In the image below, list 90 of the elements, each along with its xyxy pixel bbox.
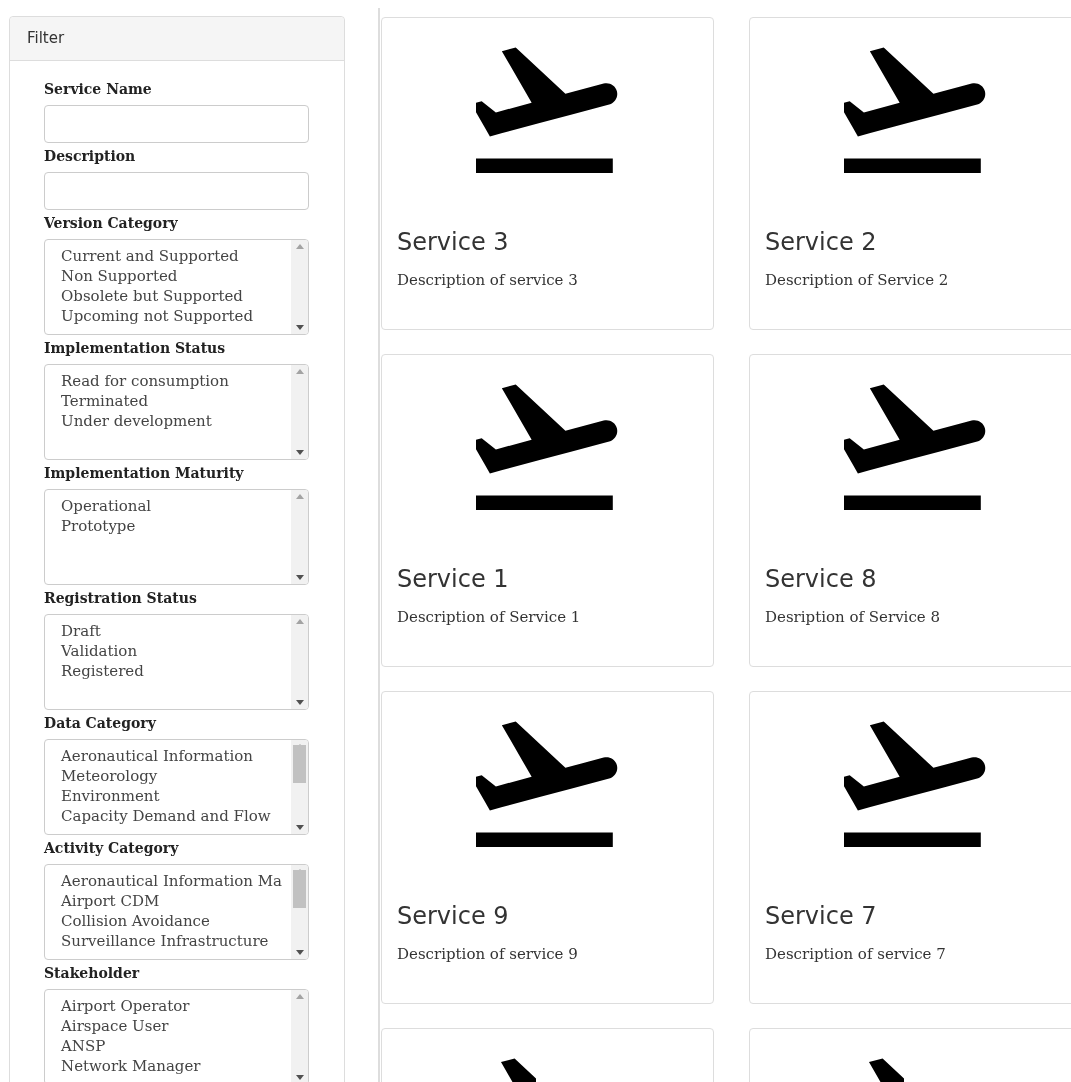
field-label: Data Category <box>44 714 158 733</box>
service-description: Description of Service 1 <box>396 607 582 628</box>
airplane-icon <box>500 1058 536 1082</box>
scroll-up-icon[interactable] <box>295 244 304 249</box>
list-box[interactable]: Aeronautical Information Ma Airport CDM Collision Avoidance Surveillance Infrastructure <box>44 864 309 960</box>
list-option[interactable]: Prototype <box>61 516 291 536</box>
service-description: Description of service 3 <box>396 270 579 291</box>
field-label: Registration Status <box>44 589 198 608</box>
scroll-down-icon[interactable] <box>295 700 304 705</box>
airplane-takeoff-icon <box>475 47 620 173</box>
scrollbar[interactable] <box>291 990 308 1082</box>
scroll-down-icon[interactable] <box>295 325 304 330</box>
list-option[interactable]: Capacity Demand and Flow <box>61 806 291 826</box>
list-option[interactable]: Validation <box>61 641 291 661</box>
list-box[interactable]: Operational Prototype <box>44 489 309 585</box>
service-title: Service 8 <box>764 564 878 594</box>
airplane-takeoff-icon <box>475 384 620 510</box>
list-option[interactable]: Surveillance Infrastructure <box>61 931 291 951</box>
scroll-up-icon[interactable] <box>295 494 304 499</box>
service-title: Service 3 <box>396 227 510 257</box>
service-title: Service 2 <box>764 227 878 257</box>
service-card[interactable]: Service 8 Desription of Service 8 <box>749 354 1071 667</box>
field-label: Implementation Maturity <box>44 464 245 483</box>
field-label: Service Name <box>44 80 153 99</box>
list-box[interactable]: Draft Validation Registered <box>44 614 309 710</box>
service-card[interactable]: Service 9 Description of service 9 <box>381 691 714 1004</box>
list-option[interactable]: Airspace User <box>61 1016 291 1036</box>
list-box[interactable]: Airport Operator Airspace User ANSP Network Manager <box>44 989 309 1082</box>
airplane-takeoff-icon <box>843 721 988 847</box>
scroll-up-icon[interactable] <box>295 619 304 624</box>
service-card[interactable]: Service 3 Description of service 3 <box>381 17 714 330</box>
airplane-takeoff-icon <box>843 384 988 510</box>
list-option[interactable]: Terminated <box>61 391 291 411</box>
list-option[interactable]: Registered <box>61 661 291 681</box>
field-label: Stakeholder <box>44 964 141 983</box>
airplane-icon <box>868 1058 904 1082</box>
scrollbar[interactable] <box>291 365 308 459</box>
list-option[interactable]: Operational <box>61 496 291 516</box>
scroll-thumb[interactable] <box>293 870 306 908</box>
field-label: Version Category <box>44 214 179 233</box>
panel-title: Filter <box>27 28 65 50</box>
list-option[interactable]: Network Manager <box>61 1056 291 1076</box>
scrollbar[interactable] <box>291 740 308 834</box>
airplane-takeoff-icon <box>843 47 988 173</box>
list-option[interactable]: Airport Operator <box>61 996 291 1016</box>
service-description: Description of Service 2 <box>764 270 950 291</box>
service-title: Service 1 <box>396 564 510 594</box>
list-option[interactable]: Collision Avoidance <box>61 911 291 931</box>
service-description: Desription of Service 8 <box>764 607 941 628</box>
list-option[interactable]: Environment <box>61 786 291 806</box>
list-option[interactable]: Upcoming not Supported <box>61 306 291 326</box>
list-option[interactable]: Aeronautical Information <box>61 746 291 766</box>
scroll-down-icon[interactable] <box>295 1075 304 1080</box>
field-label: Activity Category <box>44 839 180 858</box>
list-option[interactable]: Non Supported <box>61 266 291 286</box>
service-title: Service 9 <box>396 901 510 931</box>
scroll-down-icon[interactable] <box>295 575 304 580</box>
scroll-down-icon[interactable] <box>295 450 304 455</box>
list-option[interactable]: Current and Supported <box>61 246 291 266</box>
list-box[interactable]: Current and Supported Non Supported Obsolete but Supported Upcoming not Supported <box>44 239 309 335</box>
scrollbar[interactable] <box>291 240 308 334</box>
scroll-up-icon[interactable] <box>295 994 304 999</box>
service-card[interactable]: Service 7 Description of service 7 <box>749 691 1071 1004</box>
list-box[interactable]: Aeronautical Information Meteorology Environment Capacity Demand and Flow <box>44 739 309 835</box>
field-label: Description <box>44 147 137 166</box>
list-option[interactable]: Read for consumption <box>61 371 291 391</box>
list-option[interactable]: Meteorology <box>61 766 291 786</box>
airplane-takeoff-icon <box>475 721 620 847</box>
scrollbar[interactable] <box>291 490 308 584</box>
scrollbar[interactable] <box>291 615 308 709</box>
scrollbar[interactable] <box>291 865 308 959</box>
list-option[interactable]: ANSP <box>61 1036 291 1056</box>
input-field[interactable] <box>44 105 309 143</box>
scroll-up-icon[interactable] <box>295 369 304 374</box>
field-label: Implementation Status <box>44 339 227 358</box>
list-option[interactable]: Obsolete but Supported <box>61 286 291 306</box>
service-description: Description of service 9 <box>396 944 579 965</box>
service-card[interactable]: Service 1 Description of Service 1 <box>381 354 714 667</box>
service-title: Service 7 <box>764 901 878 931</box>
service-description: Description of service 7 <box>764 944 947 965</box>
list-option[interactable]: Airport CDM <box>61 891 291 911</box>
scroll-down-icon[interactable] <box>295 950 304 955</box>
scroll-thumb[interactable] <box>293 745 306 783</box>
input-field[interactable] <box>44 172 309 210</box>
scroll-down-icon[interactable] <box>295 825 304 830</box>
list-option[interactable]: Aeronautical Information Ma <box>61 871 291 891</box>
list-box[interactable]: Read for consumption Terminated Under development <box>44 364 309 460</box>
list-option[interactable]: Draft <box>61 621 291 641</box>
service-card[interactable]: Service 2 Description of Service 2 <box>749 17 1071 330</box>
list-option[interactable]: Under development <box>61 411 291 431</box>
